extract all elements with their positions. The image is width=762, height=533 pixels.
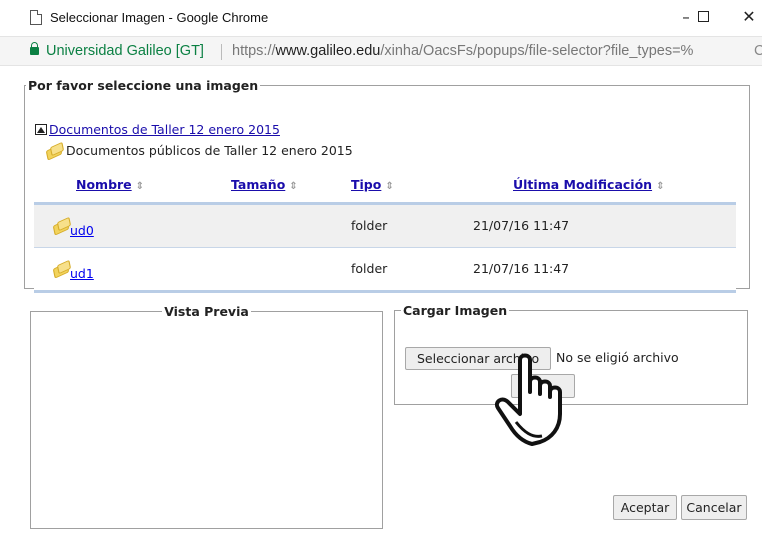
cell-type: folder bbox=[336, 247, 448, 293]
sort-icon[interactable]: ⇕ bbox=[289, 181, 297, 192]
maximize-icon bbox=[697, 11, 709, 22]
address-bar[interactable]: Universidad Galileo [GT] https://www.gal… bbox=[0, 36, 762, 66]
accept-button[interactable]: Aceptar bbox=[613, 495, 677, 520]
image-selector-legend: Por favor seleccione una imagen bbox=[28, 78, 259, 93]
url-text[interactable]: https://www.galileo.edu/xinha/OacsFs/pop… bbox=[232, 43, 693, 59]
site-identity[interactable]: Universidad Galileo [GT] bbox=[46, 43, 204, 59]
cell-type: folder bbox=[336, 203, 448, 248]
cell-name: ud1 bbox=[34, 247, 186, 293]
cell-modified: 21/07/16 11:47 bbox=[448, 247, 736, 293]
window-titlebar: Seleccionar Imagen - Google Chrome – ✕ bbox=[0, 0, 762, 36]
sort-icon[interactable]: ⇕ bbox=[136, 181, 144, 192]
lock-icon bbox=[30, 42, 39, 55]
preview-legend: Vista Previa bbox=[164, 304, 249, 319]
folder-icon bbox=[52, 260, 70, 277]
parent-directory[interactable]: Documentos de Taller 12 enero 2015 bbox=[35, 122, 280, 137]
table-header-row: Nombre ⇕ Tamaño ⇕ Tipo ⇕ Última Modificació… bbox=[34, 167, 736, 205]
sort-by-modified-link[interactable]: Última Modificación bbox=[513, 177, 652, 192]
table-row[interactable]: ud0 folder 21/07/16 11:47 bbox=[34, 203, 736, 248]
url-path: /xinha/OacsFs/popups/file-selector?file_… bbox=[380, 43, 694, 59]
hand-cursor-icon bbox=[495, 353, 562, 446]
sort-by-name-link[interactable]: Nombre bbox=[76, 177, 132, 192]
url-scheme: https:// bbox=[232, 43, 276, 59]
folder-icon bbox=[45, 142, 63, 159]
table-row[interactable]: ud1 folder 21/07/16 11:47 bbox=[34, 247, 736, 293]
column-header-size[interactable]: Tamaño ⇕ bbox=[186, 167, 336, 205]
current-directory: Documentos públicos de Taller 12 enero 2… bbox=[45, 142, 353, 159]
window-title: Seleccionar Imagen - Google Chrome bbox=[50, 10, 269, 25]
file-table: Nombre ⇕ Tamaño ⇕ Tipo ⇕ Última Modificació… bbox=[34, 167, 736, 293]
folder-icon bbox=[52, 217, 70, 234]
address-separator bbox=[221, 44, 222, 60]
url-host: www.galileo.edu bbox=[275, 43, 381, 59]
sort-by-type-link[interactable]: Tipo bbox=[351, 177, 381, 192]
cell-size bbox=[186, 203, 336, 248]
column-header-name[interactable]: Nombre ⇕ bbox=[34, 167, 186, 205]
column-header-type[interactable]: Tipo ⇕ bbox=[336, 167, 448, 205]
sort-by-size-link[interactable]: Tamaño bbox=[231, 177, 285, 192]
sort-icon[interactable]: ⇕ bbox=[385, 181, 393, 192]
preview-group: Vista Previa bbox=[30, 304, 383, 529]
page-icon bbox=[30, 10, 42, 25]
maximize-button[interactable] bbox=[688, 6, 718, 28]
cancel-button[interactable]: Cancelar bbox=[681, 495, 747, 520]
up-arrow-icon[interactable] bbox=[35, 124, 47, 135]
upload-legend: Cargar Imagen bbox=[403, 303, 508, 318]
sort-icon[interactable]: ⇕ bbox=[656, 181, 664, 192]
parent-directory-link[interactable]: Documentos de Taller 12 enero 2015 bbox=[49, 122, 280, 137]
column-header-modified[interactable]: Última Modificación ⇕ bbox=[448, 167, 736, 205]
cell-size bbox=[186, 247, 336, 293]
folder-link[interactable]: ud0 bbox=[70, 223, 94, 238]
reload-partial-icon: C bbox=[754, 43, 762, 59]
cell-name: ud0 bbox=[34, 203, 186, 248]
current-directory-label: Documentos públicos de Taller 12 enero 2… bbox=[66, 143, 353, 158]
cell-modified: 21/07/16 11:47 bbox=[448, 203, 736, 248]
folder-link[interactable]: ud1 bbox=[70, 266, 94, 281]
image-selector-group: Por favor seleccione una imagen Document… bbox=[24, 78, 750, 293]
close-button[interactable]: ✕ bbox=[734, 6, 762, 28]
